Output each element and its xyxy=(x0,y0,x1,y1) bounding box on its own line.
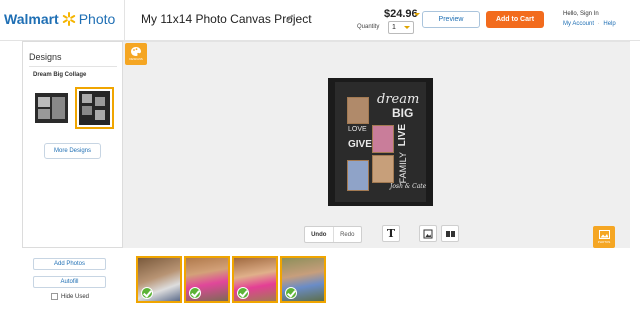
palette-icon xyxy=(131,47,141,56)
chalk-text-dream: dream xyxy=(377,92,420,107)
tray-photo[interactable] xyxy=(232,256,278,303)
account-links: My Account · Help xyxy=(563,21,616,27)
brand-photo: Photo xyxy=(78,11,116,27)
help-link[interactable]: Help xyxy=(603,21,615,27)
brand-logo[interactable]: Walmart Photo xyxy=(4,9,115,29)
text-tool-icon: T xyxy=(386,227,396,240)
photo-editor: Walmart Photo My 11x14 Photo Canvas Proj… xyxy=(0,0,640,315)
chalk-text-family: FAMILY xyxy=(398,152,408,184)
more-designs-button[interactable]: More Designs xyxy=(44,143,101,159)
designs-divider xyxy=(29,66,117,67)
redo-button[interactable]: Redo xyxy=(334,227,362,242)
layout-button[interactable] xyxy=(441,225,459,242)
hide-used-checkbox[interactable] xyxy=(51,293,58,300)
workspace-edge xyxy=(630,41,640,248)
link-separator: · xyxy=(597,21,600,27)
canvas-photo-slot[interactable] xyxy=(372,155,394,183)
photo-tray xyxy=(136,256,326,304)
chalk-text-love: LOVE xyxy=(348,126,367,133)
chalk-text-names: Josh & Cate xyxy=(390,183,427,190)
designs-panel: Designs Dream Big Collage More Designs xyxy=(22,41,123,248)
photo-frame-button[interactable] xyxy=(419,225,437,242)
header-divider xyxy=(124,0,125,41)
designs-heading: Designs xyxy=(29,52,62,62)
design-thumbnail-selected[interactable] xyxy=(75,87,114,129)
layout-icon xyxy=(445,230,455,237)
photo-frame-icon xyxy=(423,229,433,238)
brand-walmart: Walmart xyxy=(4,11,59,27)
pencil-icon[interactable] xyxy=(285,13,295,23)
check-icon xyxy=(141,287,153,299)
sign-in-link[interactable]: Hello, Sign In xyxy=(563,11,599,17)
check-icon xyxy=(189,287,201,299)
chalk-text-big: BIG xyxy=(392,106,414,120)
designs-tab[interactable]: DESIGNS xyxy=(125,43,147,65)
my-account-link[interactable]: My Account xyxy=(563,21,594,27)
add-photos-button[interactable]: Add Photos xyxy=(33,258,106,270)
price: $24.96 xyxy=(384,8,418,20)
add-to-cart-button[interactable]: Add to Cart xyxy=(486,11,544,28)
hide-used-toggle[interactable]: Hide Used xyxy=(51,293,89,300)
photos-tab-label: PHOTOS xyxy=(597,240,611,244)
photos-tab[interactable]: PHOTOS xyxy=(593,226,615,248)
preview-button[interactable]: Preview xyxy=(422,11,480,28)
designs-tab-label: DESIGNS xyxy=(129,57,143,61)
spark-icon xyxy=(62,12,75,26)
quantity-select[interactable]: 1 xyxy=(388,21,414,34)
canvas-photo-slot[interactable] xyxy=(347,97,369,124)
canvas-photo-slot[interactable] xyxy=(372,125,394,153)
undo-redo-group: Undo Redo xyxy=(304,226,362,243)
quantity-value: 1 xyxy=(392,24,396,31)
photos-icon xyxy=(598,230,610,239)
check-icon xyxy=(285,287,297,299)
check-icon xyxy=(237,287,249,299)
autofill-button[interactable]: Autofill xyxy=(33,276,106,288)
hide-used-label: Hide Used xyxy=(61,293,90,300)
canvas-photo-slot[interactable] xyxy=(347,160,369,191)
chalk-text-give: GIVE xyxy=(348,139,372,150)
undo-button[interactable]: Undo xyxy=(305,227,334,242)
chevron-down-icon xyxy=(404,26,410,29)
selected-design-preview xyxy=(79,91,110,125)
design-thumbnail[interactable] xyxy=(35,90,68,126)
tray-photo[interactable] xyxy=(184,256,230,303)
price-chevron-icon[interactable] xyxy=(414,13,420,16)
collage-name: Dream Big Collage xyxy=(33,72,87,78)
text-tool-button[interactable]: T xyxy=(382,225,400,242)
chalk-text-live: LIVE xyxy=(397,124,408,147)
tray-photo[interactable] xyxy=(280,256,326,303)
header-bar: Walmart Photo My 11x14 Photo Canvas Proj… xyxy=(0,0,640,41)
tray-photo[interactable] xyxy=(136,256,182,303)
quantity-label: Quantity xyxy=(357,24,380,30)
